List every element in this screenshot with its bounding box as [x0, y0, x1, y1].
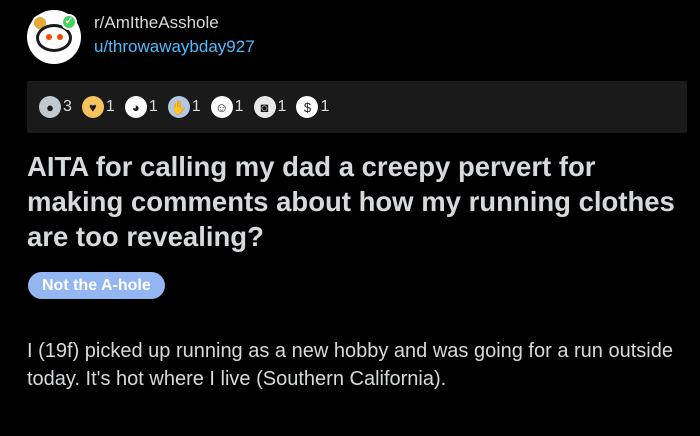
post-title[interactable]: AITA for calling my dad a creepy pervert…: [27, 149, 687, 254]
post-flair[interactable]: Not the A-hole: [28, 272, 165, 299]
bless-up-award-icon: ✋: [167, 96, 190, 118]
hugz-award-icon: ☺: [210, 96, 233, 118]
silver-award-icon: ●: [39, 96, 61, 118]
tearing-up-award-icon: ◕: [124, 96, 147, 118]
dollar-award-icon: $: [296, 96, 319, 118]
post-body: I (19f) picked up running as a new hobby…: [27, 340, 673, 390]
award-count: 1: [320, 98, 330, 115]
author-link[interactable]: u/throwawaybday927: [94, 35, 255, 59]
post-meta: r/AmItheAsshole u/throwawaybday927: [94, 13, 255, 59]
award-item[interactable]: ◕ 1: [124, 96, 158, 118]
subreddit-avatar[interactable]: ✓: [27, 10, 81, 64]
award-count: 1: [191, 98, 201, 115]
verified-check-icon: ✓: [61, 14, 77, 30]
award-count: 1: [148, 98, 158, 115]
award-item[interactable]: ✋ 1: [167, 96, 201, 118]
award-item[interactable]: ♥ 1: [81, 96, 115, 118]
award-item[interactable]: ☺ 1: [210, 96, 244, 118]
award-count: 1: [105, 98, 115, 115]
award-item[interactable]: ◙ 1: [253, 96, 287, 118]
award-count: 1: [234, 98, 244, 115]
toilet-paper-award-icon: ◙: [253, 96, 276, 118]
award-item[interactable]: ● 3: [39, 96, 72, 118]
snoo-eye-right: [57, 34, 63, 40]
award-count: 1: [277, 98, 287, 115]
award-count: 3: [63, 98, 72, 115]
snoo-eye-left: [46, 34, 52, 40]
awards-bar[interactable]: ● 3 ♥ 1 ◕ 1 ✋ 1 ☺ 1 ◙ 1 $ 1: [27, 81, 687, 133]
post-header: ✓ r/AmItheAsshole u/throwawaybday927: [27, 10, 255, 64]
award-item[interactable]: $ 1: [296, 96, 329, 118]
subreddit-link[interactable]: r/AmItheAsshole: [94, 13, 255, 33]
wholesome-award-icon: ♥: [81, 96, 104, 118]
